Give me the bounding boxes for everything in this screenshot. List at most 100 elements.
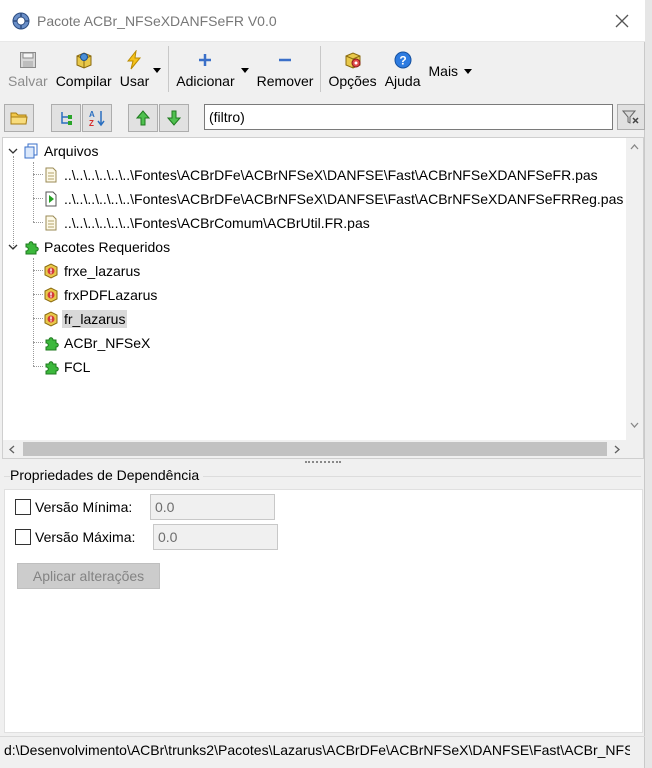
tree-package-item[interactable]: ACBr_NFSeX [43,332,150,354]
collapse-arrow-icon[interactable] [8,242,18,252]
tree-package-item[interactable]: frxe_lazarus [43,260,140,282]
scroll-left-arrow-icon[interactable] [9,445,15,454]
use-label: Usar [119,73,150,89]
tree-vertical-scrollbar[interactable] [626,138,643,440]
move-down-button[interactable] [159,104,189,132]
open-file-button[interactable] [4,104,34,132]
file-path: ..\..\..\..\..\..\Fontes\ACBrDFe\ACBrNFS… [64,191,624,207]
tree-node-required-packages[interactable]: Pacotes Requeridos [23,236,170,258]
max-version-checkbox-row[interactable]: Versão Máxima: [15,529,135,545]
arrow-up-icon [136,110,150,126]
package-name: frxe_lazarus [64,263,141,279]
register-unit-icon [45,191,57,207]
unit-file-icon [45,167,57,183]
tree-connector [33,198,43,199]
lazarus-app-icon [12,12,30,29]
filter-input[interactable] [204,104,613,130]
plus-icon [199,54,212,66]
package-name: ACBr_NFSeX [64,335,151,351]
add-button[interactable]: Adicionar [172,42,252,96]
svg-text:Z: Z [89,119,94,127]
tree-connector [33,270,43,271]
scroll-down-arrow-icon[interactable] [630,422,639,428]
add-dropdown-arrow-icon[interactable] [240,68,249,73]
compile-package-icon [76,52,92,69]
sort-az-icon: A Z [89,110,105,127]
max-version-checkbox[interactable] [15,529,31,545]
window-title: Pacote ACBr_NFSeXDANFSeFR V0.0 [37,12,277,29]
title-bar: Pacote ACBr_NFSeXDANFSeFR V0.0 [0,0,645,42]
help-icon: ? [394,51,412,69]
package-warning-icon [44,311,58,327]
file-path: ..\..\..\..\..\..\Fontes\ACBrComum\ACBrU… [64,215,370,231]
collapse-arrow-icon[interactable] [8,146,18,156]
svg-text:?: ? [399,54,406,68]
files-folder-icon [24,143,38,159]
tree-node-files[interactable]: Arquivos [23,140,98,162]
tree-package-item[interactable]: FCL [43,356,90,378]
more-dropdown-arrow-icon [464,69,473,74]
tree-horizontal-scrollbar[interactable] [3,440,627,458]
tree-file-item[interactable]: ..\..\..\..\..\..\Fontes\ACBrComum\ACBrU… [43,212,370,234]
tree-hierarchy-icon [61,112,72,125]
tree-connector [13,156,14,248]
toolbar-separator [320,46,322,92]
use-dropdown-arrow-icon[interactable] [153,68,162,73]
package-tree[interactable]: Arquivos ..\..\..\..\..\..\Fontes\ACBrDF… [2,137,644,459]
tree-node-required-label: Pacotes Requeridos [44,239,171,255]
options-button[interactable]: Opções [324,42,380,96]
use-button[interactable]: Usar [116,42,166,96]
max-version-label: Versão Máxima: [35,529,136,545]
package-name: FCL [64,359,91,375]
max-version-field[interactable] [153,524,278,550]
package-name: frxPDFLazarus [64,287,158,303]
help-button[interactable]: ? Ajuda [381,42,425,96]
min-version-field[interactable] [150,494,275,520]
package-warning-icon [44,263,58,279]
horizontal-scroll-thumb[interactable] [23,442,607,456]
compile-button[interactable]: Compilar [52,42,116,96]
save-button[interactable]: Salvar [4,42,52,96]
puzzle-piece-icon [45,337,59,351]
tree-connector [33,258,34,366]
tree-package-item-selected[interactable]: fr_lazarus [43,308,128,330]
tree-node-files-label: Arquivos [44,143,99,159]
save-label: Salvar [8,73,48,89]
more-button[interactable]: Mais [425,42,477,96]
min-version-checkbox[interactable] [15,499,31,515]
clear-filter-icon [622,110,639,124]
package-name: fr_lazarus [62,310,128,328]
tree-connector [33,222,43,223]
scroll-right-arrow-icon[interactable] [614,445,620,454]
folder-icon [10,112,28,125]
clear-filter-button[interactable] [617,104,645,130]
minus-icon [279,58,292,62]
panel-splitter[interactable] [0,459,645,465]
background-strip [645,0,652,768]
remove-button[interactable]: Remover [253,42,318,96]
floppy-disk-icon [19,52,36,68]
package-options-icon [345,52,361,69]
file-path: ..\..\..\..\..\..\Fontes\ACBrDFe\ACBrNFS… [64,167,598,183]
show-directory-hierarchy-button[interactable] [51,104,81,132]
close-button[interactable] [611,10,633,32]
filter-bar: A Z [0,100,645,134]
scroll-up-arrow-icon[interactable] [630,144,639,150]
tree-file-item[interactable]: ..\..\..\..\..\..\Fontes\ACBrDFe\ACBrNFS… [43,188,623,210]
tree-connector [33,162,34,222]
package-warning-icon [44,287,58,303]
statusbar-divider [0,736,645,737]
more-label: Mais [428,63,459,79]
splitter-grip [304,461,341,463]
properties-title: Propriedades de Dependência [10,467,204,483]
move-up-button[interactable] [128,104,158,132]
lightning-icon [127,50,142,70]
main-toolbar: Salvar Compilar Usar Adicionar Remover O… [0,42,645,96]
tree-connector [33,174,43,175]
tree-file-item[interactable]: ..\..\..\..\..\..\Fontes\ACBrDFe\ACBrNFS… [43,164,598,186]
min-version-checkbox-row[interactable]: Versão Mínima: [15,499,132,515]
sort-alphabetically-button[interactable]: A Z [82,104,112,132]
min-version-label: Versão Mínima: [35,499,133,515]
tree-package-item[interactable]: frxPDFLazarus [43,284,157,306]
apply-changes-button[interactable]: Aplicar alterações [17,563,160,589]
